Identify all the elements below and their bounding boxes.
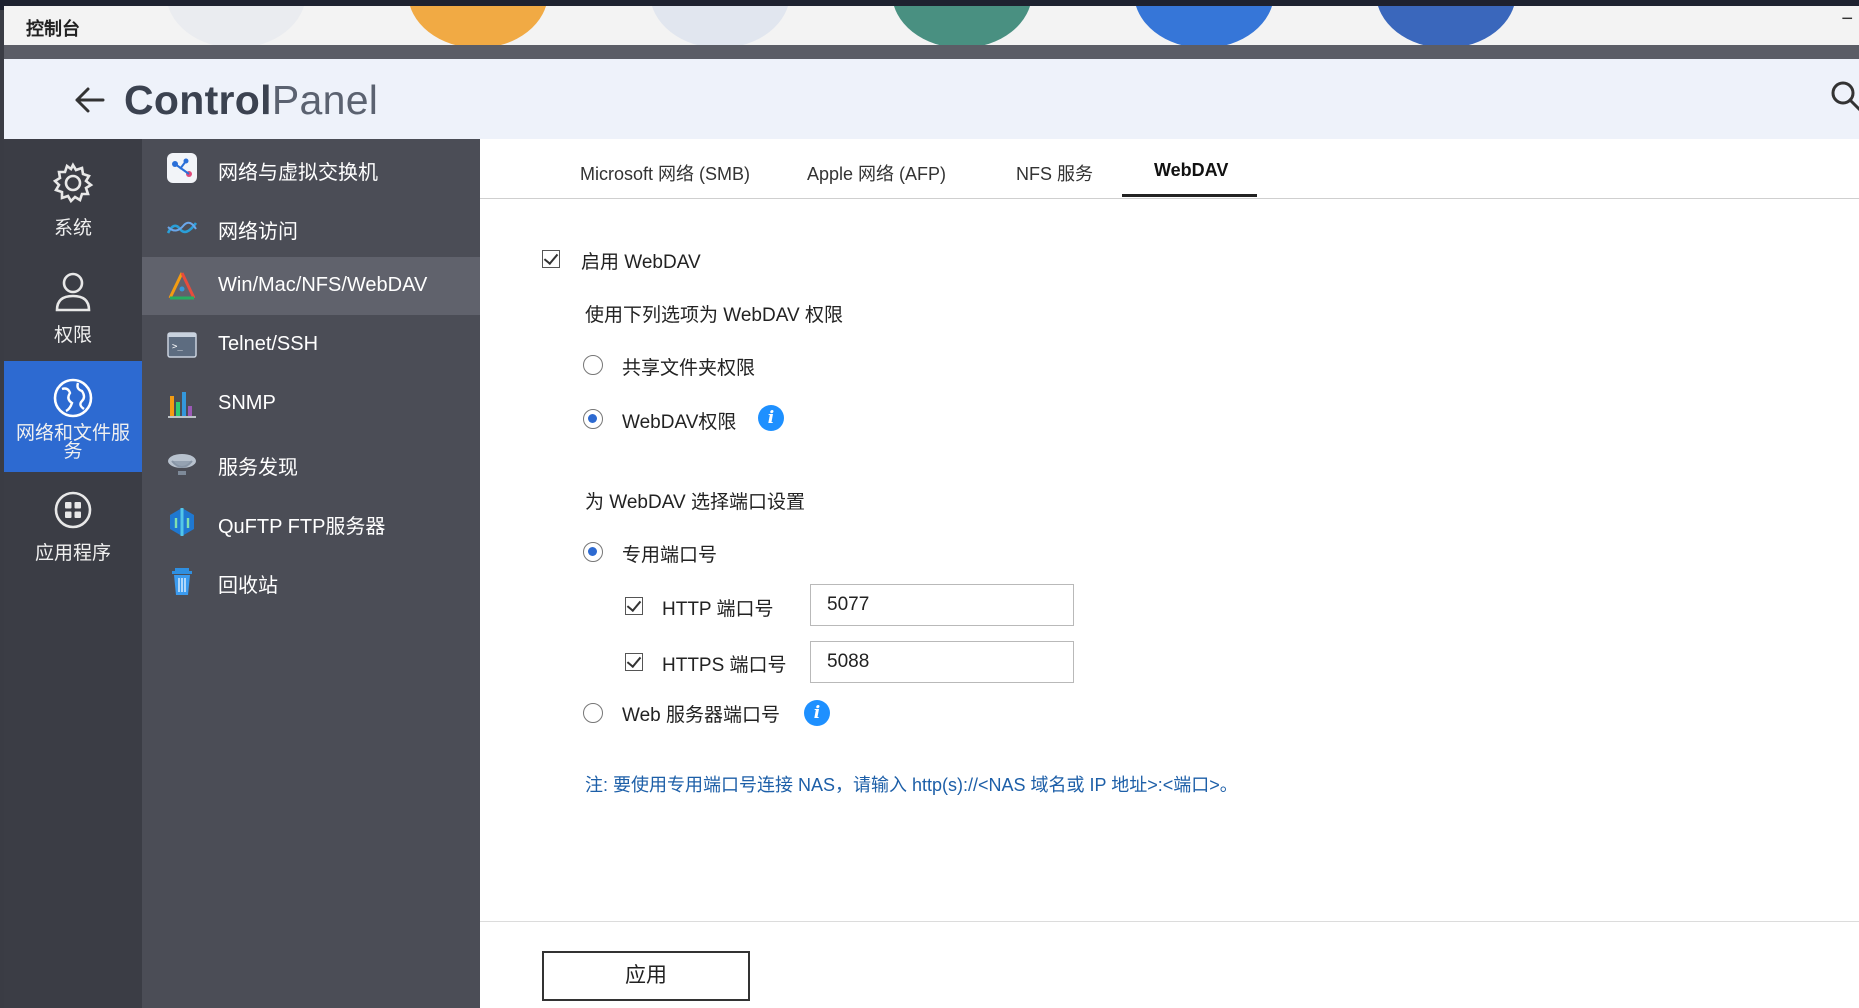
submenu-item-telnet-ssh[interactable]: >_ Telnet/SSH — [142, 316, 480, 374]
submenu-item-network-virtual-switch[interactable]: 网络与虚拟交换机 — [142, 139, 480, 197]
https-port-input[interactable]: 5088 — [810, 641, 1074, 683]
network-switch-icon — [167, 153, 197, 183]
rail-label-privilege: 权限 — [53, 325, 92, 346]
rail-label-system: 系统 — [53, 218, 92, 239]
radio-shared-folder-permission[interactable] — [583, 355, 603, 375]
svg-text:>_: >_ — [172, 342, 183, 352]
http-port-input[interactable]: 5077 — [810, 584, 1074, 626]
submenu-item-recycle-bin[interactable]: 回收站 — [142, 552, 480, 610]
submenu-item-network-access[interactable]: 网络访问 — [142, 198, 480, 256]
rail-label-applications: 应用程序 — [34, 543, 111, 564]
titlebar-separator — [4, 45, 1859, 59]
https-port-label: HTTPS 端口号 — [662, 655, 787, 676]
window-title: 控制台 — [26, 19, 80, 39]
apply-button[interactable]: 应用 — [542, 951, 750, 1001]
ftp-server-icon — [170, 508, 194, 536]
bar-chart-icon — [168, 392, 196, 418]
brand-light: Panel — [271, 77, 379, 123]
submenu-item-quftp[interactable]: QuFTP FTP服务器 — [142, 493, 480, 551]
submenu-label: Telnet/SSH — [218, 333, 319, 355]
recycle-bin-icon — [172, 568, 192, 595]
back-arrow-icon[interactable] — [72, 85, 106, 115]
submenu-label: QuFTP FTP服务器 — [218, 516, 386, 538]
minimize-button[interactable]: − — [1841, 8, 1853, 31]
tab-afp[interactable]: Apple 网络 (AFP) — [807, 160, 946, 186]
gear-icon — [52, 162, 94, 204]
submenu-label: 网络与虚拟交换机 — [218, 162, 378, 184]
tab-smb[interactable]: Microsoft 网络 (SMB) — [580, 160, 750, 186]
category-rail: 系统 权限 网络和文件服务 应用程序 — [4, 139, 142, 1008]
footer-divider — [480, 921, 1859, 922]
app-header: ControlPanel — [4, 59, 1859, 139]
submenu-item-service-discovery[interactable]: 服务发现 — [142, 434, 480, 492]
radio-label-shared-folder: 共享文件夹权限 — [622, 358, 756, 379]
active-tab-indicator — [1122, 194, 1257, 197]
submenu-panel: 网络与虚拟交换机 网络访问 Win/Mac/NFS/WebDAV >_ Teln… — [142, 139, 480, 1008]
permission-heading: 使用下列选项为 WebDAV 权限 — [585, 305, 843, 326]
http-port-checkbox[interactable] — [625, 597, 643, 615]
window-titlebar: 控制台 − — [4, 6, 1859, 48]
info-icon[interactable]: i — [804, 700, 830, 726]
submenu-label: 服务发现 — [218, 457, 298, 479]
satellite-dish-icon — [168, 454, 196, 475]
submenu-label: SNMP — [218, 392, 276, 414]
enable-webdav-label: 启用 WebDAV — [581, 252, 701, 273]
connection-note: 注: 要使用专用端口号连接 NAS，请输入 http(s)://<NAS 域名或… — [585, 775, 1238, 795]
app-brand: ControlPanel — [124, 77, 378, 124]
apps-grid-icon — [54, 491, 92, 529]
radio-web-server-port[interactable] — [583, 703, 603, 723]
enable-webdav-checkbox[interactable] — [542, 250, 560, 268]
rail-item-network-file-services[interactable]: 网络和文件服务 — [4, 361, 142, 472]
protocol-tabs: Microsoft 网络 (SMB) Apple 网络 (AFP) NFS 服务… — [480, 139, 1859, 199]
rail-item-privilege[interactable]: 权限 — [4, 250, 142, 361]
terminal-icon: >_ — [167, 332, 197, 358]
tab-nfs[interactable]: NFS 服务 — [1016, 160, 1093, 186]
user-icon — [55, 272, 91, 312]
control-panel-window: 控制台 − ControlPanel 系统 权限 网络和文件服务 应用程序 网络… — [4, 6, 1859, 1008]
radio-dedicated-port[interactable] — [583, 542, 603, 562]
submenu-label: 网络访问 — [218, 221, 298, 243]
radio-webdav-permission[interactable] — [583, 409, 603, 429]
network-access-icon — [166, 221, 198, 234]
port-heading: 为 WebDAV 选择端口设置 — [585, 492, 805, 513]
file-protocol-icon — [168, 272, 196, 300]
radio-label-web-server-port: Web 服务器端口号 — [622, 705, 781, 726]
submenu-item-win-mac-nfs-webdav[interactable]: Win/Mac/NFS/WebDAV — [142, 257, 480, 315]
radio-label-dedicated-port: 专用端口号 — [622, 545, 718, 566]
info-icon[interactable]: i — [758, 405, 784, 431]
brand-bold: Control — [124, 77, 272, 123]
globe-icon — [53, 378, 93, 418]
search-icon[interactable] — [1829, 79, 1859, 115]
submenu-label: 回收站 — [218, 575, 278, 597]
http-port-label: HTTP 端口号 — [662, 599, 774, 620]
main-content: Microsoft 网络 (SMB) Apple 网络 (AFP) NFS 服务… — [480, 139, 1859, 1008]
rail-label-network-file-services: 网络和文件服务 — [15, 423, 130, 462]
rail-item-system[interactable]: 系统 — [4, 139, 142, 250]
rail-item-applications[interactable]: 应用程序 — [4, 472, 142, 583]
tab-webdav[interactable]: WebDAV — [1154, 160, 1228, 181]
submenu-item-snmp[interactable]: SNMP — [142, 375, 480, 433]
submenu-label: Win/Mac/NFS/WebDAV — [218, 274, 428, 296]
https-port-checkbox[interactable] — [625, 653, 643, 671]
radio-label-webdav-permission: WebDAV权限 — [622, 412, 737, 433]
